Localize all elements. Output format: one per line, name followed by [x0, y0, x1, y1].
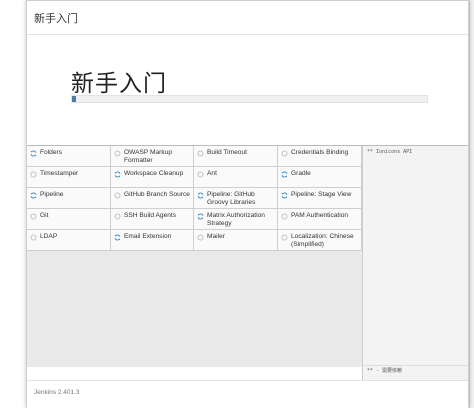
pending-circle-icon	[30, 234, 37, 241]
refresh-icon	[281, 171, 288, 178]
refresh-icon	[30, 192, 37, 199]
plugin-name: Matrix Authorization Strategy	[207, 212, 265, 227]
pending-circle-icon	[281, 150, 288, 157]
plugin-grid: Folders OWASP Markup Formatter Build Tim…	[27, 146, 362, 251]
hero-title: 新手入门	[71, 71, 167, 97]
plugin-name: Pipeline: GitHub Groovy Libraries	[207, 191, 256, 206]
plugin-item: Ant	[194, 167, 278, 188]
plugin-item: Gradle	[278, 167, 362, 188]
plugin-name: Workspace Cleanup	[124, 170, 184, 177]
log-divider	[363, 365, 468, 366]
refresh-icon	[114, 171, 121, 178]
plugin-name: SSH Build Agents	[124, 212, 177, 219]
plugin-item: Folders	[27, 146, 111, 167]
plugin-item: GitHub Branch Source	[111, 188, 194, 209]
pending-circle-icon	[114, 150, 121, 157]
plugin-list: Folders OWASP Markup Formatter Build Tim…	[27, 145, 362, 367]
dialog-title: 新手入门	[34, 11, 78, 25]
jenkins-version: Jenkins 2.401.3	[34, 389, 80, 396]
pending-circle-icon	[281, 234, 288, 241]
refresh-icon	[30, 150, 37, 157]
plugin-name: Credentials Binding	[291, 149, 349, 156]
plugin-item: Pipeline	[27, 188, 111, 209]
install-progress-bar	[71, 95, 428, 103]
plugin-name: Folders	[40, 149, 62, 156]
backdrop-left	[0, 0, 26, 408]
plugin-item: Build Timeout	[194, 146, 278, 167]
plugin-name: Localization: Chinese (Simplified)	[291, 233, 354, 248]
pending-circle-icon	[30, 213, 37, 220]
plugin-item: SSH Build Agents	[111, 209, 194, 230]
plugin-name: Gradle	[291, 170, 311, 177]
pending-circle-icon	[114, 192, 121, 199]
plugin-name: Mailer	[207, 233, 225, 240]
plugin-name: LDAP	[40, 233, 58, 240]
pending-circle-icon	[197, 234, 204, 241]
plugin-name: Email Extension	[124, 233, 172, 240]
log-line: ** Ionicons API	[367, 149, 413, 155]
plugin-item: Credentials Binding	[278, 146, 362, 167]
plugin-name: PAM Authentication	[291, 212, 349, 219]
plugin-item: PAM Authentication	[278, 209, 362, 230]
plugin-item: Workspace Cleanup	[111, 167, 194, 188]
plugin-item: OWASP Markup Formatter	[111, 146, 194, 167]
plugin-item: Email Extension	[111, 230, 194, 251]
plugin-item: LDAP	[27, 230, 111, 251]
pending-circle-icon	[197, 150, 204, 157]
plugin-item: Localization: Chinese (Simplified)	[278, 230, 362, 251]
refresh-icon	[197, 192, 204, 199]
pending-circle-icon	[30, 171, 37, 178]
refresh-icon	[114, 234, 121, 241]
plugin-item: Matrix Authorization Strategy	[194, 209, 278, 230]
plugin-item: Pipeline: GitHub Groovy Libraries	[194, 188, 278, 209]
dialog-header: 新手入门	[27, 1, 468, 35]
install-log-panel[interactable]: ** Ionicons API ** - 需要依赖	[362, 145, 468, 380]
pending-circle-icon	[114, 213, 121, 220]
plugin-item: Timestamper	[27, 167, 111, 188]
refresh-icon	[197, 213, 204, 220]
plugin-name: OWASP Markup Formatter	[124, 149, 173, 164]
log-dependency-note: ** - 需要依赖	[367, 368, 403, 374]
plugin-name: Pipeline: Stage View	[291, 191, 352, 198]
plugin-item: Mailer	[194, 230, 278, 251]
plugin-name: Ant	[207, 170, 217, 177]
setup-wizard-dialog: 新手入门 新手入门 Folders OWASP Markup Formatter…	[26, 0, 469, 408]
pending-circle-icon	[197, 171, 204, 178]
plugin-name: Git	[40, 212, 49, 219]
refresh-icon	[281, 192, 288, 199]
hero-section: 新手入门	[27, 36, 468, 144]
plugin-name: Build Timeout	[207, 149, 247, 156]
plugin-item: Pipeline: Stage View	[278, 188, 362, 209]
plugin-item: Git	[27, 209, 111, 230]
install-progress-fill	[72, 96, 76, 102]
dialog-footer: Jenkins 2.401.3	[27, 380, 468, 408]
pending-circle-icon	[281, 213, 288, 220]
window-scrollbar[interactable]	[469, 0, 474, 408]
plugin-name: GitHub Branch Source	[124, 191, 190, 198]
plugin-name: Timestamper	[40, 170, 79, 177]
plugin-name: Pipeline	[40, 191, 64, 198]
